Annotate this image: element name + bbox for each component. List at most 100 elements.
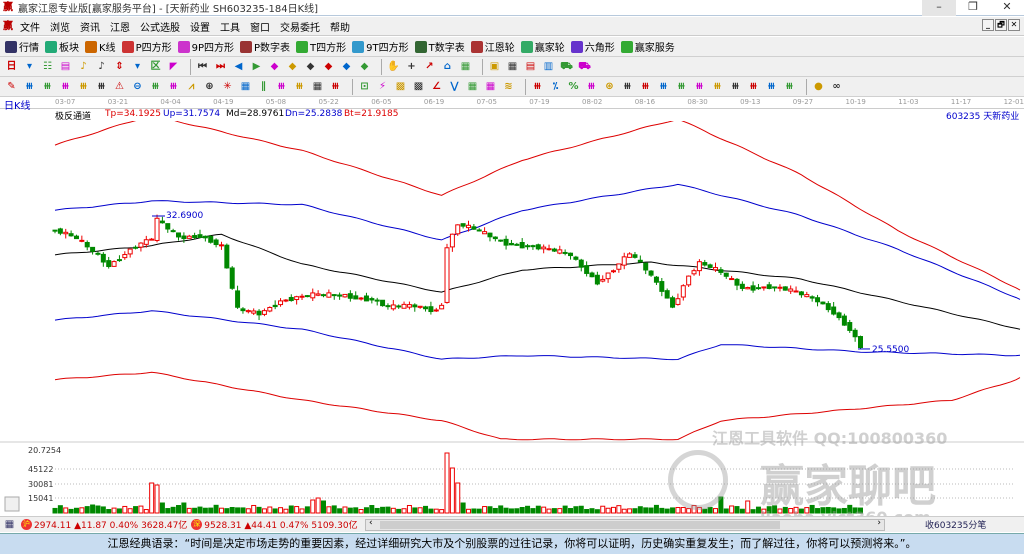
tool-icon[interactable]: ∥: [257, 80, 270, 93]
toolbar-button[interactable]: P数字表: [240, 39, 290, 54]
tool-icon[interactable]: ⩘: [185, 80, 198, 93]
tool-icon[interactable]: ⧻: [41, 80, 54, 93]
mdi-restore-button[interactable]: 🗗: [995, 19, 1007, 31]
toolbar-button[interactable]: 9T四方形: [352, 39, 409, 54]
tool-icon[interactable]: ✳: [221, 80, 234, 93]
tool-icon[interactable]: ◤: [167, 60, 180, 73]
tool-icon[interactable]: ▦: [239, 80, 252, 93]
tool-icon[interactable]: ⊕: [203, 80, 216, 93]
tool-icon[interactable]: ▾: [131, 60, 144, 73]
tool-icon[interactable]: ⧻: [167, 80, 180, 93]
tick-data-link[interactable]: 收603235分笔: [925, 518, 986, 531]
menu-item[interactable]: 交易委托: [280, 19, 320, 34]
tool-icon[interactable]: ⛟: [578, 60, 591, 73]
menu-item[interactable]: 公式选股: [140, 19, 180, 34]
menu-item[interactable]: 文件: [20, 19, 40, 34]
tool-icon[interactable]: ♪: [77, 60, 90, 73]
tool-icon[interactable]: ⧻: [95, 80, 108, 93]
tool-icon[interactable]: ✋: [387, 60, 400, 73]
tool-icon[interactable]: ⏭: [214, 60, 227, 73]
tool-icon[interactable]: ▩: [394, 80, 407, 93]
tool-icon[interactable]: ⊖: [131, 80, 144, 93]
toolbar-button[interactable]: 六角形: [570, 39, 615, 54]
tool-icon[interactable]: ▦: [506, 60, 519, 73]
tool-icon[interactable]: ◆: [268, 60, 281, 73]
tool-icon[interactable]: ⧻: [59, 80, 72, 93]
toolbar-button[interactable]: P四方形: [121, 39, 172, 54]
tool-icon[interactable]: ⧻: [293, 80, 306, 93]
tool-icon[interactable]: ⏮: [196, 60, 209, 73]
toolbar-button[interactable]: K线: [85, 39, 116, 54]
tool-icon[interactable]: ▤: [59, 60, 72, 73]
tool-icon[interactable]: ⛟: [560, 60, 573, 73]
toolbar-button[interactable]: T四方形: [296, 39, 346, 54]
toolbar-button[interactable]: 江恩轮: [470, 39, 515, 54]
tool-icon[interactable]: ⧻: [621, 80, 634, 93]
mdi-minimize-button[interactable]: _: [982, 19, 994, 31]
scroll-left-button[interactable]: ‹: [369, 518, 373, 528]
menu-item[interactable]: 工具: [220, 19, 240, 34]
tool-icon[interactable]: ▦: [484, 80, 497, 93]
tool-icon[interactable]: ⧻: [783, 80, 796, 93]
menu-item[interactable]: 资讯: [80, 19, 100, 34]
tool-icon[interactable]: ⧻: [711, 80, 724, 93]
tool-icon[interactable]: ⧻: [23, 80, 36, 93]
tool-icon[interactable]: ♪: [95, 60, 108, 73]
toolbar-button[interactable]: 9P四方形: [177, 39, 234, 54]
toolbar-button[interactable]: 行情: [5, 39, 39, 54]
tool-icon[interactable]: 日: [5, 60, 18, 73]
tool-icon[interactable]: %: [567, 80, 580, 93]
tool-icon[interactable]: ≋: [502, 80, 515, 93]
tool-icon[interactable]: ⧻: [531, 80, 544, 93]
tool-icon[interactable]: ◆: [322, 60, 335, 73]
tool-icon[interactable]: ⧻: [675, 80, 688, 93]
tool-icon[interactable]: ⚠: [113, 80, 126, 93]
tool-icon[interactable]: ◆: [340, 60, 353, 73]
tool-icon[interactable]: ▤: [524, 60, 537, 73]
toolbar-button[interactable]: T数字表: [414, 39, 465, 54]
tool-icon[interactable]: ⧻: [149, 80, 162, 93]
tool-icon[interactable]: 区: [149, 60, 162, 73]
tool-icon[interactable]: ⁒: [549, 80, 562, 93]
tool-icon[interactable]: ∠: [430, 80, 443, 93]
tool-icon[interactable]: ⧻: [693, 80, 706, 93]
tool-icon[interactable]: ⌂: [441, 60, 454, 73]
tool-icon[interactable]: ⧻: [657, 80, 670, 93]
tool-icon[interactable]: ▦: [459, 60, 472, 73]
tool-icon[interactable]: ⊡: [358, 80, 371, 93]
tool-icon[interactable]: ⧻: [329, 80, 342, 93]
tool-icon[interactable]: ⇕: [113, 60, 126, 73]
tool-icon[interactable]: ▦: [466, 80, 479, 93]
tool-icon[interactable]: ⧻: [729, 80, 742, 93]
menu-item[interactable]: 帮助: [330, 19, 350, 34]
menu-item[interactable]: 设置: [190, 19, 210, 34]
tool-icon[interactable]: ↗: [423, 60, 436, 73]
tool-icon[interactable]: ⧻: [747, 80, 760, 93]
tool-icon[interactable]: ◀: [232, 60, 245, 73]
tool-icon[interactable]: ▦: [311, 80, 324, 93]
tool-icon[interactable]: ⚡: [376, 80, 389, 93]
close-button[interactable]: ✕: [990, 0, 1024, 16]
tool-icon[interactable]: ▣: [488, 60, 501, 73]
minimize-button[interactable]: –: [922, 0, 956, 16]
tool-icon[interactable]: ◆: [304, 60, 317, 73]
menu-item[interactable]: 江恩: [110, 19, 130, 34]
tool-icon[interactable]: ◆: [358, 60, 371, 73]
tool-icon[interactable]: ⊛: [603, 80, 616, 93]
menu-item[interactable]: 窗口: [250, 19, 270, 34]
scroll-right-button[interactable]: ›: [877, 518, 881, 528]
tool-icon[interactable]: ⧻: [585, 80, 598, 93]
tool-icon[interactable]: ◆: [286, 60, 299, 73]
tool-icon[interactable]: ∞: [830, 80, 843, 93]
horizontal-scrollbar[interactable]: ‹ ›: [365, 518, 885, 531]
grid-icon[interactable]: ▦: [3, 518, 16, 531]
tool-icon[interactable]: ⧻: [275, 80, 288, 93]
toolbar-button[interactable]: 赢家服务: [620, 39, 675, 54]
toolbar-button[interactable]: 赢家轮: [520, 39, 565, 54]
tool-icon[interactable]: ▾: [23, 60, 36, 73]
menu-item[interactable]: 浏览: [50, 19, 70, 34]
tool-icon[interactable]: ▶: [250, 60, 263, 73]
tool-icon[interactable]: ⧻: [639, 80, 652, 93]
mdi-close-button[interactable]: ✕: [1008, 19, 1020, 31]
tool-icon[interactable]: ✎: [5, 80, 18, 93]
